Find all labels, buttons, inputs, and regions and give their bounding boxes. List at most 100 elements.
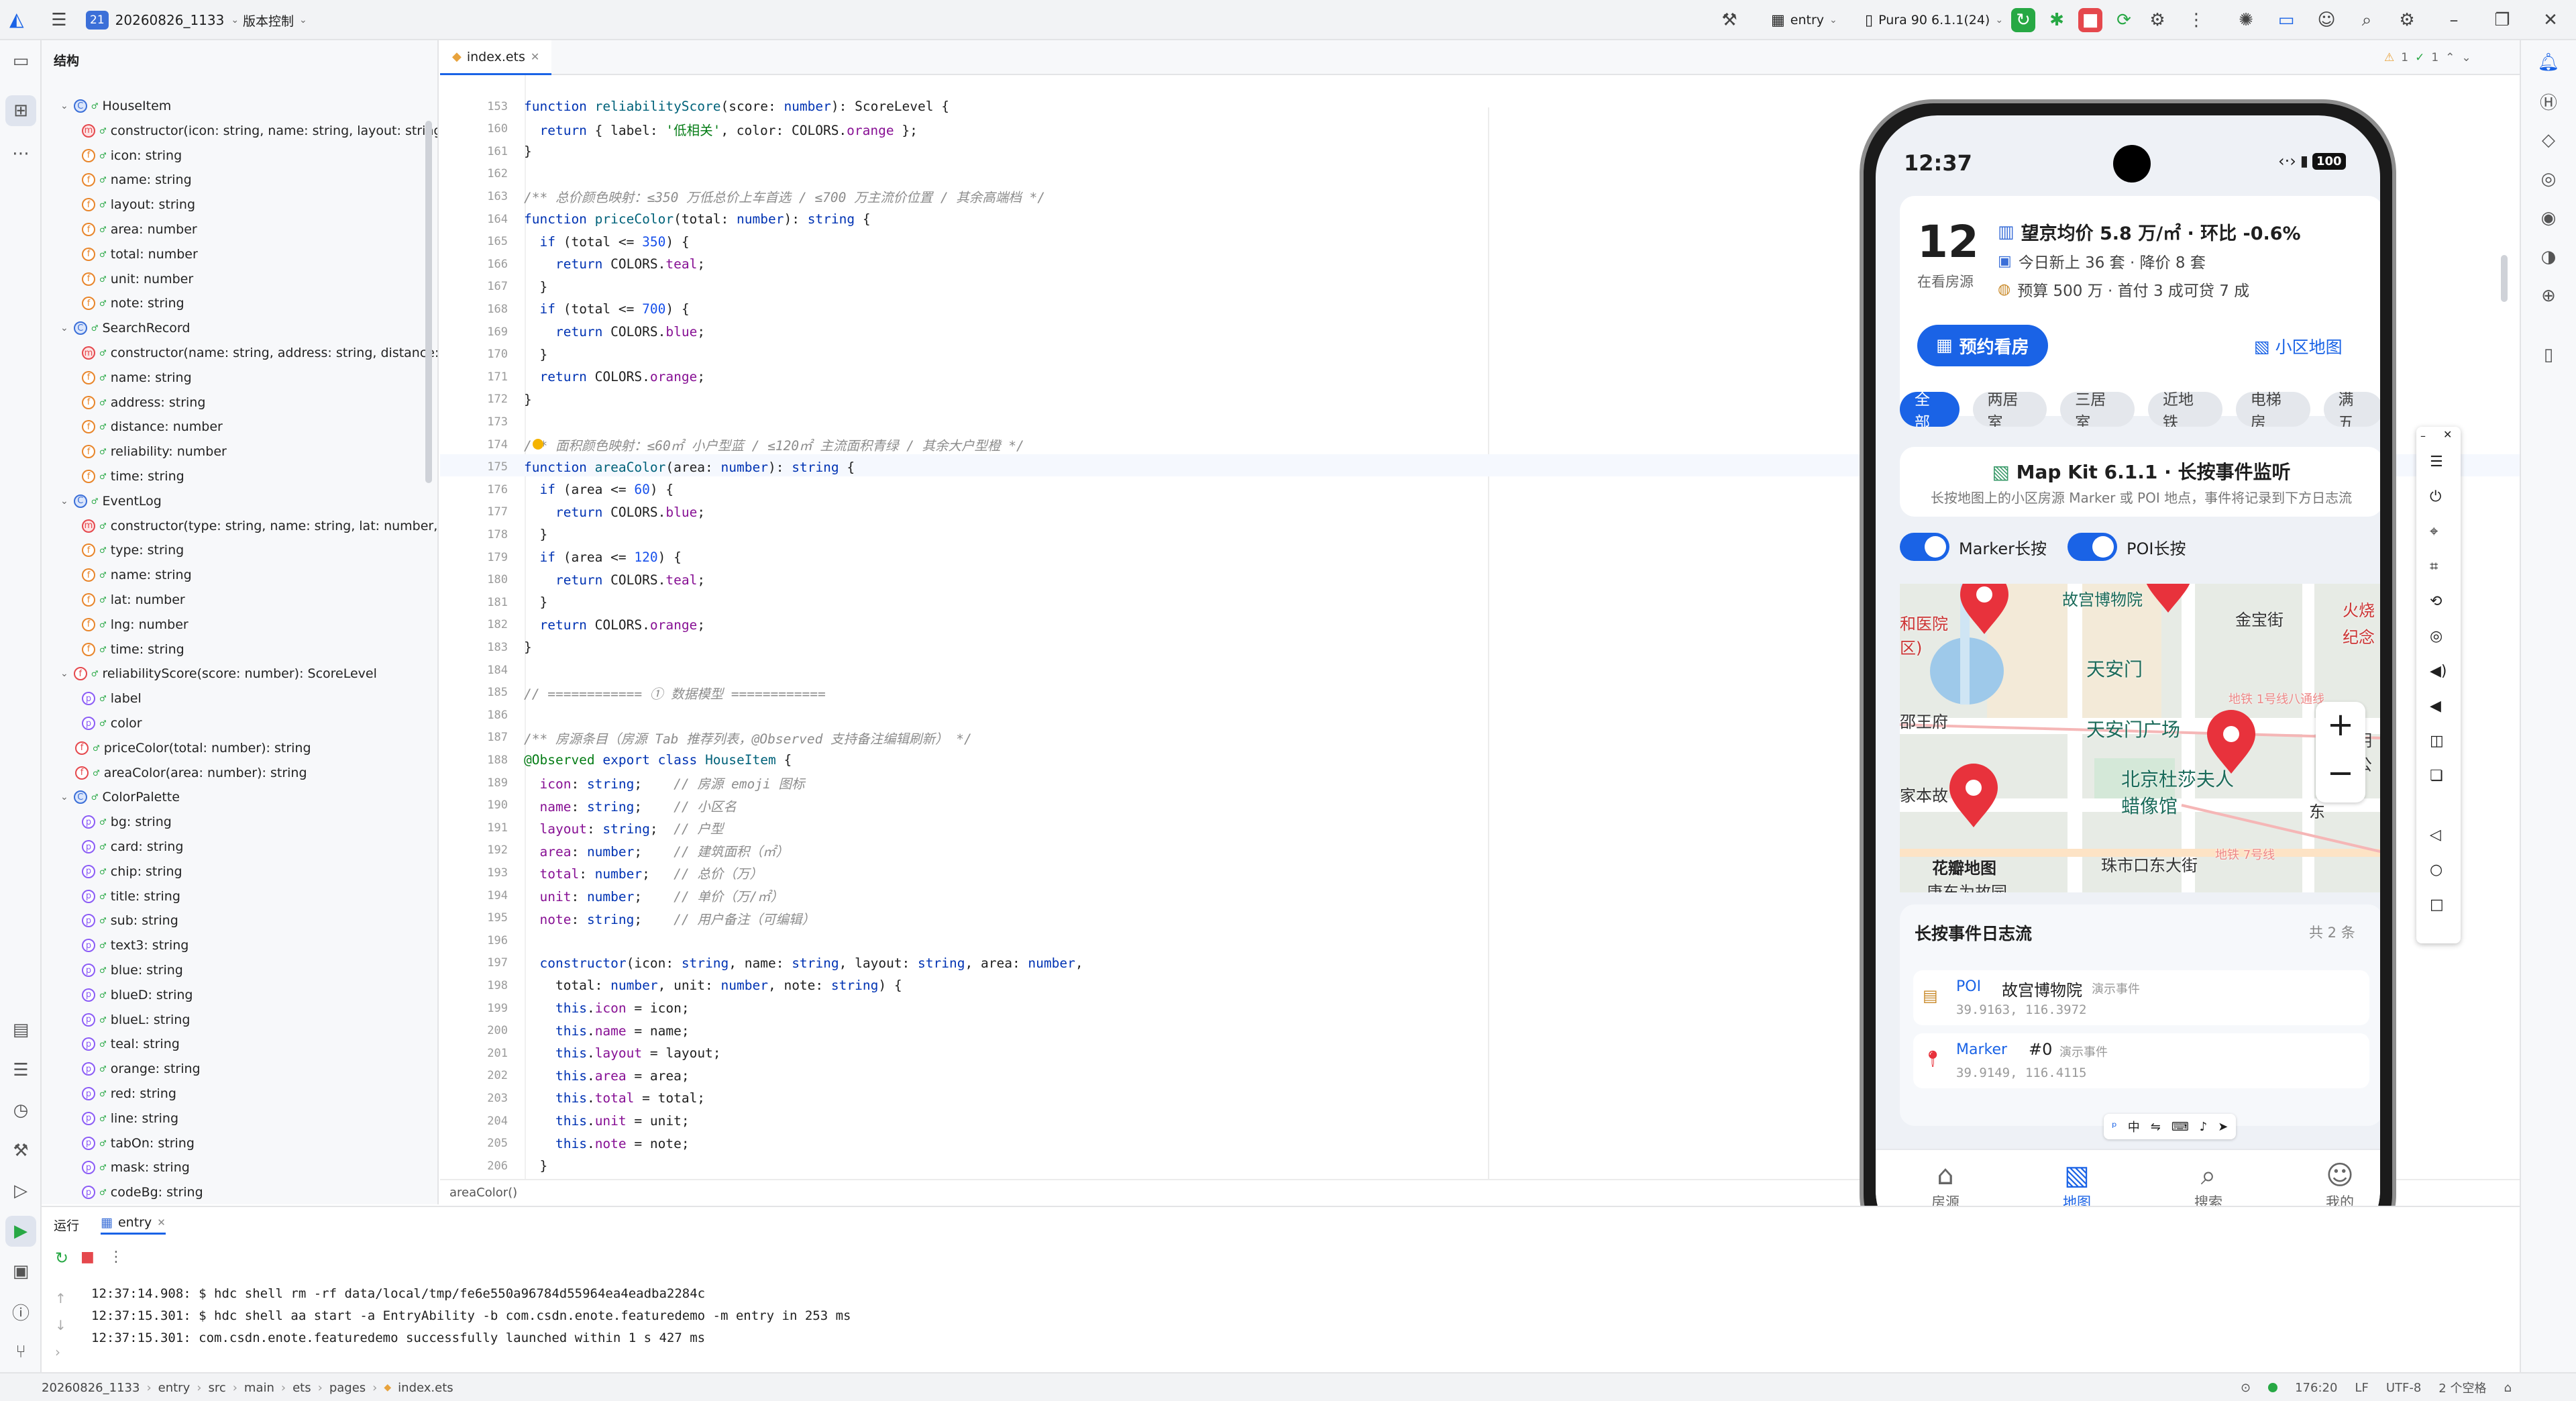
filter-chip[interactable]: 三居室	[2060, 392, 2135, 427]
structure-item[interactable]: f ♂ distance: number	[82, 415, 223, 439]
cursor-position[interactable]: 176:20	[2295, 1381, 2337, 1395]
map-label[interactable]: 金宝街	[2235, 607, 2284, 630]
scroll-down-icon[interactable]: ↓	[55, 1317, 66, 1333]
reload-icon[interactable]: ⟳	[2112, 8, 2136, 32]
chevron-down-icon[interactable]: ⌄	[60, 792, 68, 802]
profiler-rail-icon[interactable]: ◷	[5, 1095, 36, 1126]
structure-item[interactable]: p ♂ bg: string	[82, 810, 172, 834]
minimize-icon[interactable]: –	[2442, 8, 2466, 32]
code-line[interactable]: 187 /** 房源条目（房源 Tab 推荐列表，@Observed 支持备注编辑…	[440, 727, 972, 749]
debug-icon[interactable]: ✱	[2045, 8, 2069, 32]
plugin-icon[interactable]: ✺	[2234, 8, 2258, 32]
breadcrumb-segment[interactable]: 20260826_1133	[42, 1381, 140, 1395]
code-line[interactable]: 173	[440, 411, 524, 433]
emu-recent-icon[interactable]: □	[2430, 896, 2444, 913]
terminal-icon[interactable]: ▣	[5, 1256, 36, 1287]
codegenie-icon[interactable]: ◇	[2533, 125, 2564, 156]
emu-power-icon[interactable]: ⏻	[2430, 488, 2441, 505]
structure-item[interactable]: f ♂ area: number	[82, 217, 197, 242]
code-line[interactable]: 176 if (area <= 60) {	[440, 478, 674, 501]
code-line[interactable]: 196	[440, 929, 524, 951]
problems-icon[interactable]: ⓘ	[5, 1296, 36, 1327]
breadcrumb-segment[interactable]: pages	[329, 1381, 366, 1395]
structure-item[interactable]: f ♂ address: string	[82, 391, 205, 415]
poi-switch[interactable]	[2068, 533, 2117, 561]
emulator-close-icon[interactable]: ✕	[2443, 428, 2452, 441]
lock-icon[interactable]: ⌂	[2504, 1381, 2511, 1395]
code-line[interactable]: 183}	[440, 636, 531, 658]
structure-item[interactable]: p ♂ title: string	[82, 884, 180, 909]
file-encoding[interactable]: UTF-8	[2386, 1381, 2421, 1395]
structure-scrollbar[interactable]	[425, 121, 432, 483]
code-line[interactable]: 168 if (total <= 700) {	[440, 298, 689, 320]
map-marker[interactable]	[2204, 710, 2258, 777]
code-line[interactable]: 188 @Observed export class HouseItem {	[440, 749, 792, 771]
code-line[interactable]: 185 // ============ ① 数据模型 ============	[440, 682, 825, 704]
code-line[interactable]: 153 function reliabilityScore(score: numb…	[440, 95, 949, 117]
structure-item[interactable]: p ♂ teal: string	[82, 1032, 180, 1056]
emu-volume-up-icon[interactable]: ◀)	[2430, 663, 2447, 680]
map-label[interactable]: 天安门广场	[2086, 715, 2180, 742]
device-select[interactable]: ▯ Pura 90 6.1.1(24) ⌄	[1865, 8, 2003, 32]
structure-item[interactable]: p ♂ blue: string	[82, 958, 183, 982]
line-ending[interactable]: LF	[2355, 1381, 2368, 1395]
close-tab-icon[interactable]: ✕	[157, 1216, 166, 1229]
structure-item[interactable]: p ♂ blueD: string	[82, 983, 193, 1007]
structure-item[interactable]: f ♂ total: number	[82, 242, 198, 266]
code-line[interactable]: 160 return { label: '低相关', color: COLORS…	[440, 118, 918, 140]
eye-icon[interactable]: ◑	[2533, 242, 2564, 272]
editor-scrollbar[interactable]	[2501, 255, 2508, 302]
project-icon[interactable]: ▭	[5, 46, 36, 76]
run-more-icon[interactable]: ⋮	[109, 1249, 123, 1265]
breadcrumb-segment[interactable]: index.ets	[398, 1381, 453, 1395]
run-icon[interactable]: ↻	[2011, 8, 2035, 32]
build-rail-icon[interactable]: ⚒	[5, 1135, 36, 1166]
emu-copy-icon[interactable]: ❏	[2430, 768, 2443, 784]
structure-item[interactable]: p ♂ red: string	[82, 1082, 176, 1106]
todo-icon[interactable]: ▤	[5, 1015, 36, 1045]
structure-item[interactable]: p ♂ card: string	[82, 835, 183, 859]
structure-item[interactable]: f ♂ time: string	[82, 637, 184, 662]
map-label[interactable]: 火烧	[2343, 597, 2375, 621]
tab-entry[interactable]: ▦ entry ✕	[101, 1215, 166, 1235]
marker-switch[interactable]	[1900, 533, 1949, 561]
event-log-item[interactable]: ▤ POI 故宫博物院 演示事件 39.9163, 116.3972	[1913, 970, 2369, 1025]
emu-crop-icon[interactable]: ⌗	[2430, 558, 2438, 575]
ime-logo-icon[interactable]: ᵖ	[2112, 1120, 2117, 1134]
more-icon[interactable]: ⋮	[2184, 8, 2208, 32]
map-view[interactable]: 故宫博物院金宝街和医院区)天安门火烧纪念邵王府天安门广场明公家本故北京杜莎夫人蜡…	[1900, 584, 2380, 892]
filter-chip[interactable]: 近地铁	[2148, 392, 2222, 427]
ime-lang-icon[interactable]: 中	[2128, 1118, 2140, 1135]
poi-longpress-toggle[interactable]: POI长按	[2068, 533, 2186, 561]
emu-menu-icon[interactable]: ☰	[2430, 454, 2443, 470]
book-viewing-button[interactable]: ▦ 预约看房	[1917, 325, 2048, 366]
code-line[interactable]: 166 return COLORS.teal;	[440, 253, 705, 275]
event-log-item[interactable]: 📍︎ Marker #0 演示事件 39.9149, 116.4115	[1913, 1033, 2369, 1088]
structure-item[interactable]: p ♂ tabOn: string	[82, 1131, 195, 1155]
structure-item[interactable]: f ♂ icon: string	[82, 144, 182, 168]
breadcrumb-segment[interactable]: main	[244, 1381, 274, 1395]
code-line[interactable]: 177 return COLORS.blue;	[440, 501, 705, 523]
hvigor-icon[interactable]: Ⓗ	[2533, 86, 2564, 117]
code-line[interactable]: 179 if (area <= 120) {	[440, 546, 682, 568]
map-label[interactable]: 故宫博物院	[2062, 586, 2143, 610]
folder-icon[interactable]: ▭	[2274, 8, 2298, 32]
code-line[interactable]: 174 /** 面积颜色映射：≤60㎡ 小户型蓝 / ≤120㎡ 主流面积青绿 /…	[440, 433, 1024, 456]
code-line[interactable]: 162	[440, 163, 524, 185]
vcs-menu[interactable]: 版本控制 ⌄	[243, 8, 307, 32]
breadcrumb-segment[interactable]: src	[208, 1381, 225, 1395]
code-line[interactable]: 184	[440, 659, 524, 681]
build-icon[interactable]: ⚒	[1717, 8, 1741, 32]
code-line[interactable]: 194 unit: number; // 单价（万/㎡）	[440, 884, 784, 906]
structure-item[interactable]: f ♂ name: string	[82, 168, 192, 192]
rerun-icon[interactable]: ↻	[55, 1249, 68, 1267]
copilot-icon[interactable]: ⊙	[2241, 1381, 2251, 1395]
close-icon[interactable]: ✕	[2538, 8, 2563, 32]
structure-item[interactable]: p ♂ label	[82, 686, 142, 711]
code-line[interactable]: 205 this.note = note;	[440, 1133, 689, 1155]
filter-chip[interactable]: 全部	[1900, 392, 1960, 427]
filter-chip[interactable]: 满五	[2323, 392, 2380, 427]
emu-pin-icon[interactable]: ⌖	[2430, 523, 2438, 540]
structure-item[interactable]: ⌄ C ♂ EventLog	[60, 489, 162, 513]
structure-item[interactable]: p ♂ orange: string	[82, 1057, 201, 1081]
